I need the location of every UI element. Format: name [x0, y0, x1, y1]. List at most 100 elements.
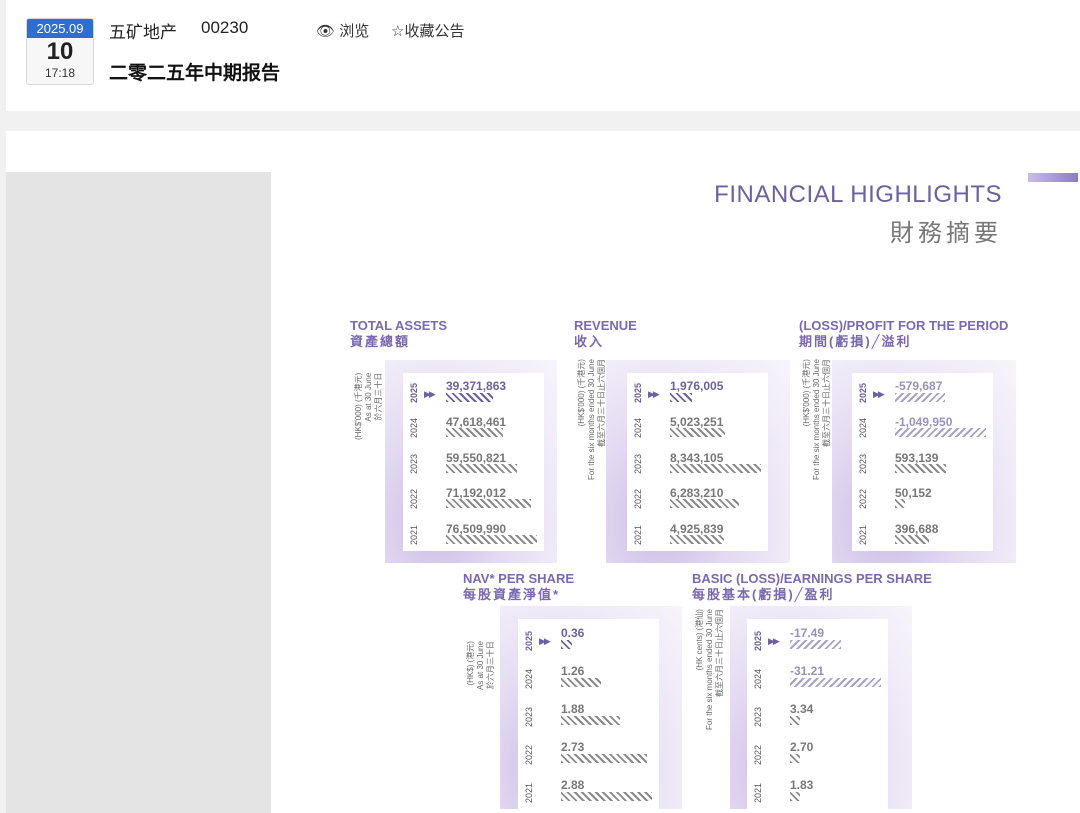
year-label: 2021: [409, 524, 419, 545]
bar: [446, 463, 517, 473]
year-label: 2024: [524, 668, 534, 689]
current-year-arrow-icon: ▶▶: [873, 389, 885, 400]
unit-line: (HK$'000) (千港元): [577, 359, 586, 427]
bar: [670, 392, 692, 402]
favorite-button[interactable]: ☆收藏公告: [391, 20, 464, 41]
unit-line: For the six months ended 30 June: [587, 359, 596, 480]
unit-line: (HK cents) (港仙): [695, 609, 704, 671]
year-label: 2021: [633, 524, 643, 545]
views-label: 浏览: [339, 23, 370, 40]
year-label: 2023: [753, 706, 763, 727]
bar: [790, 677, 881, 687]
current-year-arrow-icon: ▶▶: [539, 636, 551, 647]
chart-title-zh: 收入: [574, 334, 605, 349]
unit-line: (HK$'000) (千港元): [354, 372, 363, 440]
chart-title-zh: 每股基本(虧損)╱盈利: [692, 587, 835, 602]
unit-line: 截至六月三十日止六個月: [597, 359, 606, 448]
current-year-arrow-icon: ▶▶: [768, 636, 780, 647]
year-label: 2025: [633, 382, 643, 403]
year-label: 2022: [633, 489, 643, 510]
date-day: 10: [46, 38, 74, 65]
stock-code[interactable]: 00230: [201, 18, 248, 38]
year-label: 2023: [858, 453, 868, 474]
bar: [561, 639, 573, 649]
data-label: 2.88: [561, 777, 585, 792]
year-label: 2022: [858, 489, 868, 510]
year-label: 2021: [858, 524, 868, 545]
data-label: 59,550,821: [446, 450, 507, 465]
bar: [790, 639, 841, 649]
chart-unit-label: (HK$'000) (千港元) For the six months ended …: [802, 359, 832, 480]
chart-unit-label: (HK cents) (港仙) For the six months ended …: [695, 609, 725, 730]
chart-title-en: TOTAL ASSETS: [350, 318, 448, 333]
data-label: 1.83: [790, 777, 814, 792]
chart-title: (LOSS)/PROFIT FOR THE PERIOD 期間(虧損)╱溢利: [799, 318, 1008, 350]
chart-title: NAV* PER SHARE 每股資產淨值*: [463, 571, 574, 603]
year-label: 2025: [858, 382, 868, 403]
year-label: 2021: [524, 782, 534, 803]
data-label: 593,139: [895, 450, 939, 465]
data-label: -579,687: [895, 379, 943, 394]
year-label: 2025: [753, 630, 763, 651]
year-label: 2024: [753, 668, 763, 689]
bar: [446, 428, 503, 438]
favorite-label: 收藏公告: [404, 23, 465, 40]
data-label: 47,618,461: [446, 415, 507, 429]
unit-line: For the six months ended 30 June: [812, 359, 821, 480]
star-icon: ☆: [391, 23, 405, 40]
year-label: 2024: [633, 418, 643, 439]
bar: [670, 428, 725, 438]
year-label: 2023: [409, 453, 419, 474]
data-label: 76,509,990: [446, 521, 507, 536]
chart-title-en: REVENUE: [574, 318, 637, 333]
data-label: 2.70: [790, 739, 814, 754]
bar: [561, 791, 652, 801]
year-label: 2025: [409, 382, 419, 403]
chart-title-zh: 期間(虧損)╱溢利: [799, 334, 912, 349]
data-label: 8,343,105: [670, 450, 724, 465]
year-label: 2025: [524, 630, 534, 651]
views-button[interactable]: 👁 浏览: [316, 20, 369, 41]
bar: [561, 753, 648, 763]
data-label: 396,688: [895, 521, 939, 536]
year-label: 2023: [633, 453, 643, 474]
data-label: -17.49: [790, 625, 825, 640]
data-label: -31.21: [790, 663, 825, 678]
unit-line: 截至六月三十日止六個月: [715, 609, 724, 698]
bar: [895, 534, 930, 544]
doc-title-en: FINANCIAL HIGHLIGHTS: [714, 181, 1002, 208]
chart-title: REVENUE 收入: [574, 318, 637, 350]
bar: [561, 677, 601, 687]
data-label: 2.73: [561, 739, 585, 754]
data-label: 5,023,251: [670, 415, 724, 429]
report-title: 二零二五年中期报告: [109, 63, 281, 84]
date-time: 17:18: [44, 66, 76, 80]
chart-title: BASIC (LOSS)/EARNINGS PER SHARE 每股基本(虧損)╱…: [692, 571, 932, 603]
chart-title-zh: 每股資產淨值*: [463, 587, 561, 602]
chart-title-en: BASIC (LOSS)/EARNINGS PER SHARE: [692, 571, 932, 586]
chart-unit-label: (HK$) (港元) As at 30 June 於六月三十日: [466, 641, 496, 690]
bar: [670, 499, 739, 509]
year-label: 2023: [524, 706, 534, 727]
company-name[interactable]: 五矿地产: [109, 18, 177, 43]
date-year-month: 2025.09: [27, 19, 93, 38]
bar: [895, 428, 986, 438]
bar: [895, 392, 946, 402]
year-label: 2022: [409, 489, 419, 510]
data-label: 3.34: [790, 701, 814, 716]
year-label: 2024: [858, 418, 868, 439]
bar: [446, 392, 493, 402]
unit-line: 截至六月三十日止六個月: [822, 359, 831, 448]
bar: [670, 534, 724, 544]
eye-icon: 👁: [316, 23, 336, 40]
bar: [446, 499, 531, 509]
unit-line: As at 30 June: [476, 641, 485, 690]
chart-unit-label: (HK$'000) (千港元) For the six months ended …: [577, 359, 607, 480]
chart-title-en: (LOSS)/PROFIT FOR THE PERIOD: [799, 318, 1009, 333]
current-year-arrow-icon: ▶▶: [648, 389, 660, 400]
corner-decoration: [1028, 173, 1078, 182]
date-badge: 2025.09 10 17:18: [26, 18, 94, 85]
year-label: 2022: [753, 744, 763, 765]
data-label: 71,192,012: [446, 486, 507, 501]
current-year-arrow-icon: ▶▶: [424, 389, 436, 400]
